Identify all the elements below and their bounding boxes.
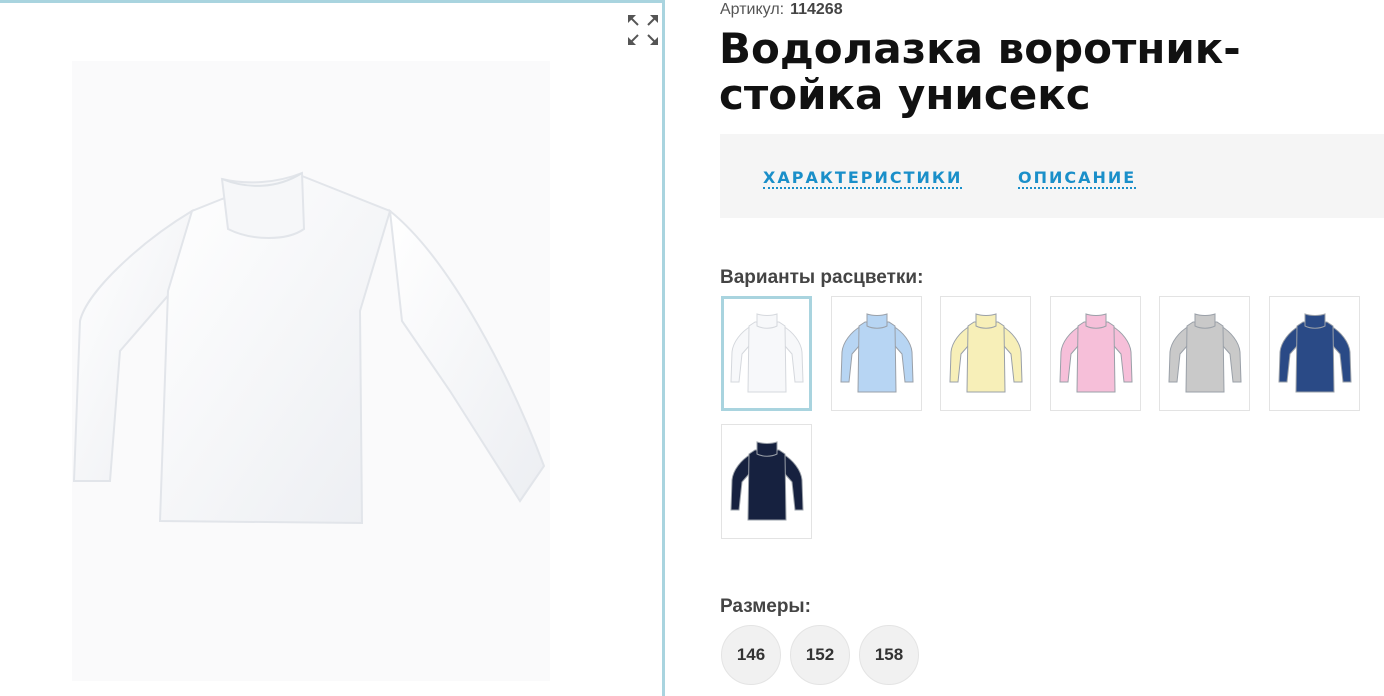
product-gallery xyxy=(0,0,665,696)
turtleneck-thumbnail xyxy=(729,440,804,520)
color-swatch-white[interactable] xyxy=(721,296,812,411)
turtleneck-thumbnail xyxy=(1277,312,1352,392)
color-swatch-navy[interactable] xyxy=(721,424,812,539)
article-number: Артикул: 114268 xyxy=(720,0,843,20)
colors-label: Варианты расцветки: xyxy=(720,267,924,288)
article-label: Артикул: xyxy=(720,1,785,18)
tab-characteristics[interactable]: ХАРАКТЕРИСТИКИ xyxy=(763,169,963,189)
tab-description[interactable]: ОПИСАНИЕ xyxy=(1018,169,1137,189)
turtleneck-thumbnail xyxy=(948,312,1023,392)
color-swatch-light-blue[interactable] xyxy=(831,296,922,411)
article-value: 114268 xyxy=(790,1,843,18)
turtleneck-thumbnail xyxy=(1058,312,1133,392)
color-swatch-pink[interactable] xyxy=(1050,296,1141,411)
color-swatch-cream[interactable] xyxy=(940,296,1031,411)
color-swatch-grey[interactable] xyxy=(1159,296,1250,411)
size-option-158[interactable]: 158 xyxy=(859,625,919,685)
product-photo[interactable] xyxy=(72,61,550,681)
turtleneck-thumbnail xyxy=(1167,312,1242,392)
turtleneck-thumbnail xyxy=(729,312,804,392)
color-swatch-blue[interactable] xyxy=(1269,296,1360,411)
info-tabs: ХАРАКТЕРИСТИКИ ОПИСАНИЕ xyxy=(720,134,1384,218)
size-option-146[interactable]: 146 xyxy=(721,625,781,685)
turtleneck-thumbnail xyxy=(839,312,914,392)
sizes-label: Размеры: xyxy=(720,596,811,617)
product-title: Водолазка воротник-стойка унисекс xyxy=(719,24,1241,119)
size-option-152[interactable]: 152 xyxy=(790,625,850,685)
fullscreen-icon[interactable] xyxy=(626,13,660,47)
